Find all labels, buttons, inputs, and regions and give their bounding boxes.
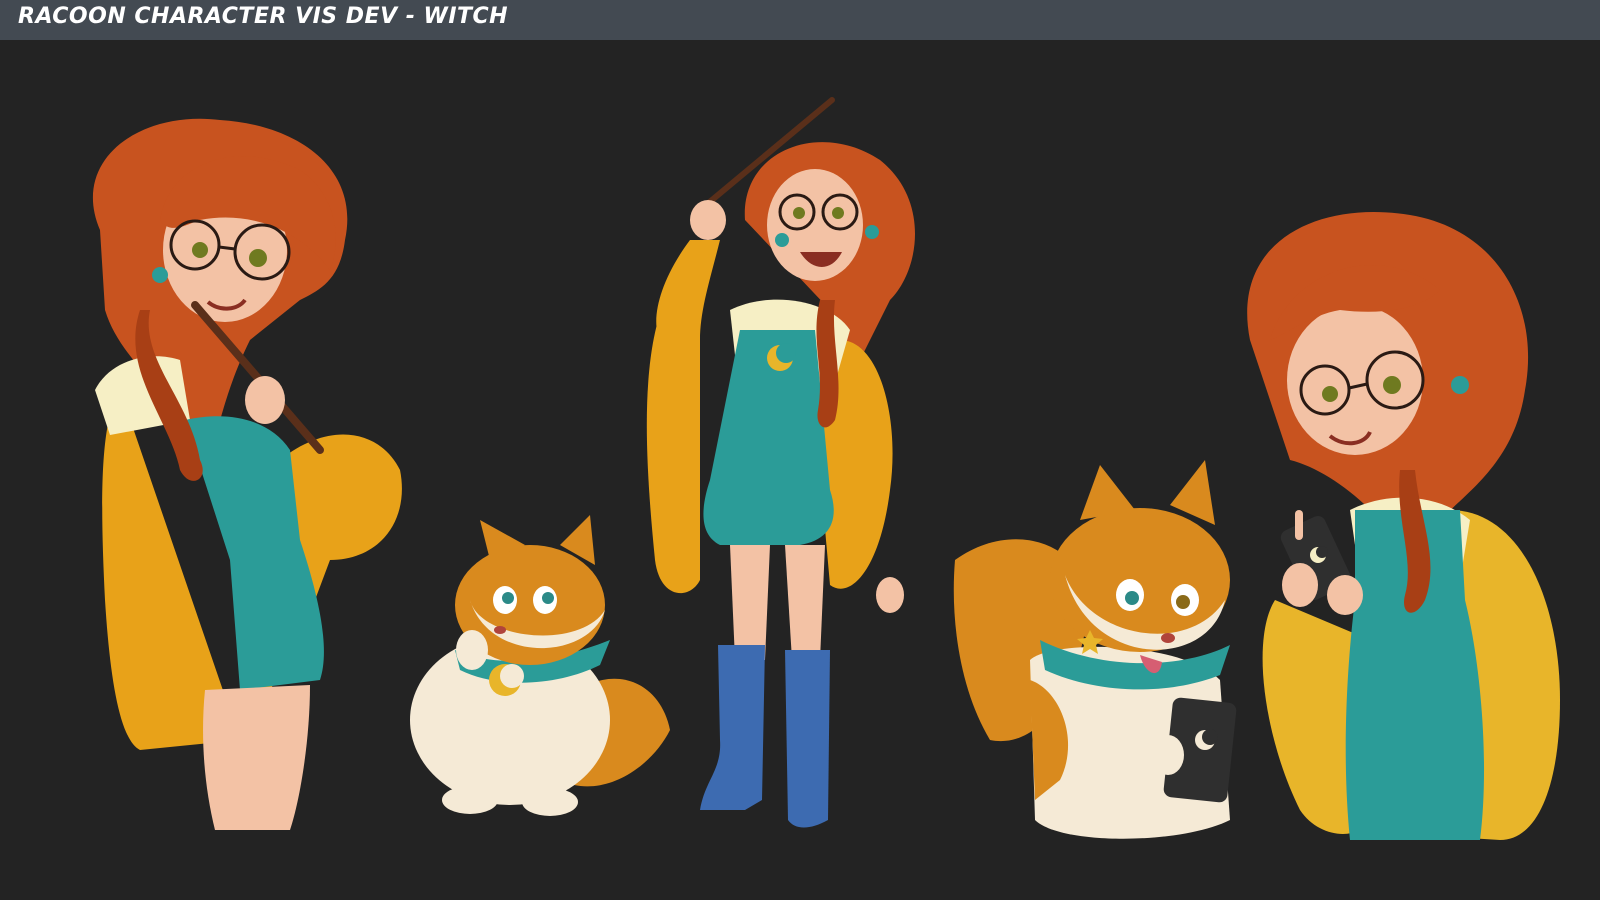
header-bar: Racoon Character Vis Dev - Witch [0,0,1600,40]
artwork-svg [92,97,1560,840]
page-title: Racoon Character Vis Dev - Witch [18,4,509,29]
witch-full-body-wand-raised-icon [646,97,915,828]
raccoon-thinking-icon [410,515,670,816]
witch-thinking-with-wand-icon [92,118,402,830]
artwork-canvas [0,40,1600,900]
raccoon-with-phone-icon [953,460,1237,839]
witch-with-phone-icon [1247,211,1560,840]
